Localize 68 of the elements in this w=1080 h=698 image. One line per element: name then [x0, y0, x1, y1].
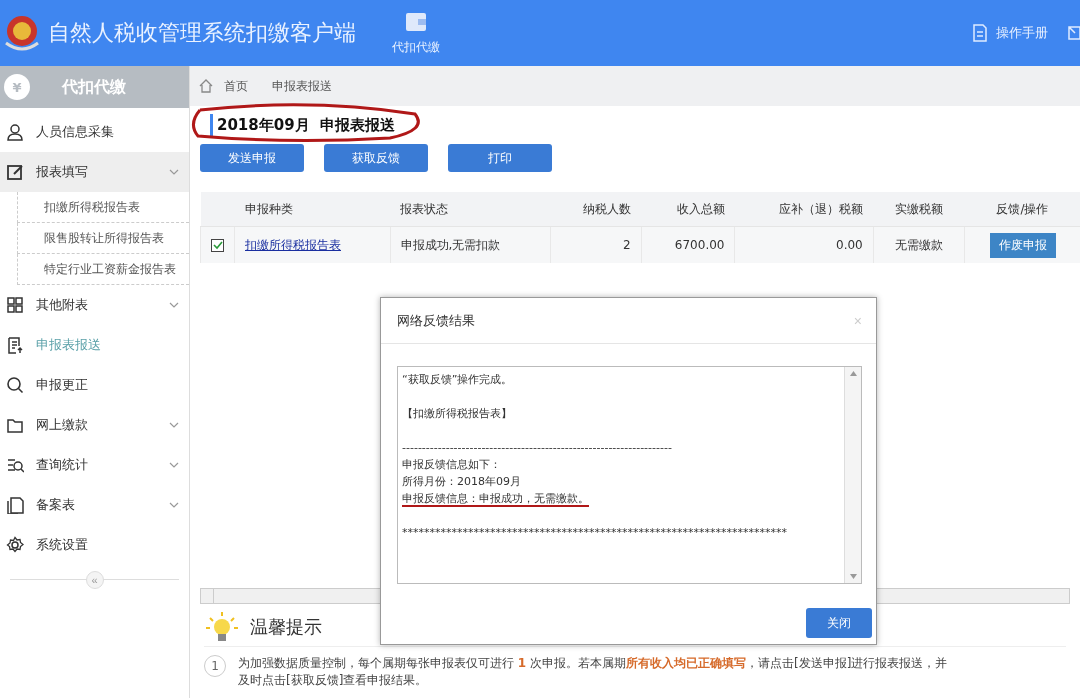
result-line: 所得月份：2018年09月: [402, 475, 521, 488]
close-button[interactable]: 关闭: [806, 608, 872, 638]
column-header: 纳税人数: [550, 192, 642, 227]
edit-icon: [6, 163, 24, 181]
result-line: **********************************************************************: [402, 526, 787, 539]
sidebar-item[interactable]: 网上缴款: [0, 405, 189, 445]
breadcrumb-item[interactable]: 首页: [224, 77, 248, 95]
column-header: 应补（退）税额: [734, 192, 874, 227]
scroll-down-icon[interactable]: [849, 574, 857, 579]
home-icon[interactable]: [198, 78, 214, 94]
chevron-icon: [169, 420, 179, 430]
column-header: 收入总额: [641, 192, 735, 227]
folder-icon: [6, 416, 24, 434]
table-cell: 2: [550, 226, 642, 263]
result-textbox[interactable]: [397, 366, 862, 584]
row-checkbox[interactable]: [211, 239, 224, 252]
result-line: --------------------------------------------------------------------: [402, 441, 672, 454]
table-cell: 无需缴款: [873, 226, 965, 263]
result-line: “获取反馈”操作完成。: [402, 373, 513, 386]
result-line: 【扣缴所得税报告表】: [402, 407, 512, 420]
column-header: 申报种类: [234, 192, 391, 227]
grid-icon: [6, 296, 24, 314]
breadcrumb-item: 申报表报送: [272, 77, 332, 95]
column-header: 反馈/操作: [964, 192, 1080, 227]
sidebar-item[interactable]: 报表填写: [0, 152, 189, 192]
chevron-icon: [169, 460, 179, 470]
sidebar-item[interactable]: 备案表: [0, 485, 189, 525]
document-icon: [972, 24, 988, 42]
list-search-icon: [6, 456, 24, 474]
mail-icon[interactable]: [1068, 24, 1080, 42]
settings-icon: [6, 536, 24, 554]
document-icon: [6, 336, 24, 354]
sidebar-header: ¥ 代扣代缴: [0, 66, 189, 108]
toolbar-button[interactable]: 打印: [448, 144, 552, 172]
column-header: 实缴税额: [873, 192, 965, 227]
table-cell: 6700.00: [641, 226, 735, 263]
toolbar-button[interactable]: 获取反馈: [324, 144, 428, 172]
tip-text: 为加强数据质量控制，每个属期每张申报表仅可进行 1 次申报。若本属期所有收入均已正确填写，请点击[发送申报]进行报表报送，并及时点击[获取反馈]查看申报结果。: [238, 655, 949, 689]
result-line: 申报反馈信息：申报成功，无需缴款。: [402, 492, 589, 505]
person-icon: [6, 123, 24, 141]
scroll-up-icon[interactable]: [849, 371, 857, 376]
sidebar-subitem[interactable]: 限售股转让所得报告表: [17, 223, 189, 254]
sidebar-item[interactable]: 查询统计: [0, 445, 189, 485]
chevron-icon: [169, 167, 179, 177]
sidebar-subitem[interactable]: 特定行业工资薪金报告表: [17, 254, 189, 285]
vertical-scrollbar[interactable]: [844, 367, 861, 583]
chevron-icon: [169, 500, 179, 510]
sidebar-item[interactable]: 人员信息采集: [0, 112, 189, 152]
yen-icon: ¥: [4, 74, 30, 100]
copy-icon: [6, 496, 24, 514]
chevron-icon: [169, 300, 179, 310]
sidebar-subitem[interactable]: 扣缴所得税报告表: [17, 192, 189, 223]
tips-title: 温馨提示: [250, 615, 322, 639]
dialog-title: 网络反馈结果: [397, 311, 475, 330]
app-title: 自然人税收管理系统扣缴客户端: [48, 19, 356, 47]
column-header: 报表状态: [390, 192, 551, 227]
sidebar-item[interactable]: 其他附表: [0, 285, 189, 325]
table-cell: 0.00: [734, 226, 874, 263]
wallet-icon: [404, 10, 428, 33]
result-line: 申报反馈信息如下：: [402, 458, 501, 471]
void-button[interactable]: 作废申报: [989, 232, 1056, 258]
page-title: 2018年09月 申报表报送: [210, 114, 1080, 136]
toolbar-button[interactable]: 发送申报: [200, 144, 304, 172]
lightbulb-icon: [204, 610, 240, 644]
sidebar-item[interactable]: 申报更正: [0, 365, 189, 405]
sidebar-item[interactable]: 系统设置: [0, 525, 189, 565]
search-icon: [6, 376, 24, 394]
table-cell: 申报成功,无需扣款: [390, 226, 551, 263]
